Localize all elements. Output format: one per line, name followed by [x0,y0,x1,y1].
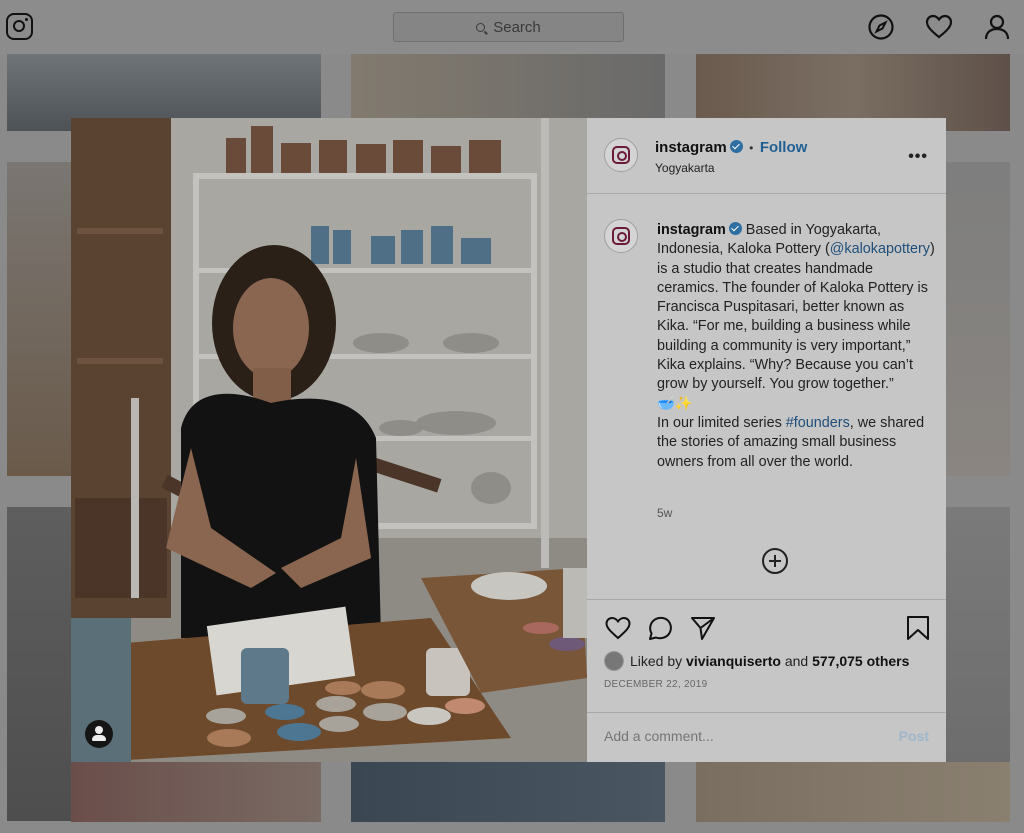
post-actions: Liked by vivianquiserto and 577,075 othe… [587,599,946,762]
verified-badge-icon [728,222,742,235]
tagged-users-icon[interactable] [85,720,113,748]
post-caption: instagram Based in Yogyakarta, Indonesia… [657,221,937,472]
caption-username[interactable]: instagram [657,222,726,238]
instagram-logo-icon [612,227,630,245]
comment-bubble-icon[interactable] [646,614,674,642]
liked-by-label: Liked by [630,653,683,669]
grid-thumbnail[interactable] [946,162,1010,476]
liker-username[interactable]: vivianquiserto [686,653,781,669]
grid-thumbnail[interactable] [351,762,665,822]
grid-thumbnail[interactable] [7,507,71,821]
caption-emoji: 🥣✨ [657,395,693,412]
post-header: instagram • Follow Yogyakarta ••• [587,118,946,194]
like-heart-icon[interactable] [604,614,632,642]
author-username[interactable]: instagram [655,139,727,156]
mention-link[interactable]: @kalokapottery [830,241,930,257]
top-navigation-bar: Search [0,0,1024,54]
likes-count[interactable]: 577,075 others [812,653,909,669]
caption-text: ) is a studio that creates handmade cera… [657,241,935,393]
caption-age: 5w [657,506,673,520]
comment-input[interactable] [604,728,874,744]
post-date[interactable]: DECEMBER 22, 2019 [604,679,707,690]
post-details-panel: instagram • Follow Yogyakarta ••• instag… [587,118,946,762]
explore-compass-icon[interactable] [866,12,896,42]
likes-summary: Liked by vivianquiserto and 577,075 othe… [604,651,909,671]
search-placeholder: Search [493,18,541,36]
grid-thumbnail[interactable] [351,54,665,118]
author-info: instagram • Follow Yogyakarta [655,139,807,175]
instagram-logo-icon [612,146,630,164]
activity-heart-icon[interactable] [924,12,954,42]
author-avatar[interactable] [604,138,638,172]
post-comment-button[interactable]: Post [899,728,929,744]
search-icon [476,22,486,32]
pottery-studio-photo [71,118,587,762]
instagram-logo-icon[interactable] [6,13,33,40]
grid-thumbnail[interactable] [7,162,71,476]
caption-author-avatar[interactable] [604,219,638,253]
separator-dot: • [749,141,754,155]
profile-icon[interactable] [982,12,1012,42]
caption-text: In our limited series [657,414,786,431]
hashtag-link[interactable]: #founders [786,415,850,431]
post-image[interactable] [71,118,587,762]
save-bookmark-icon[interactable] [904,614,932,642]
grid-thumbnail[interactable] [696,762,1010,822]
comment-composer: Post [587,712,946,763]
follow-button[interactable]: Follow [760,139,808,156]
verified-badge-icon [729,140,743,153]
more-options-icon[interactable]: ••• [908,148,928,166]
search-box[interactable]: Search [393,12,624,42]
post-location[interactable]: Yogyakarta [655,161,807,175]
and-label: and [784,653,809,669]
liker-avatar[interactable] [604,651,624,671]
load-more-comments-icon[interactable] [762,548,788,574]
share-paper-plane-icon[interactable] [689,614,717,642]
grid-thumbnail[interactable] [71,762,321,822]
